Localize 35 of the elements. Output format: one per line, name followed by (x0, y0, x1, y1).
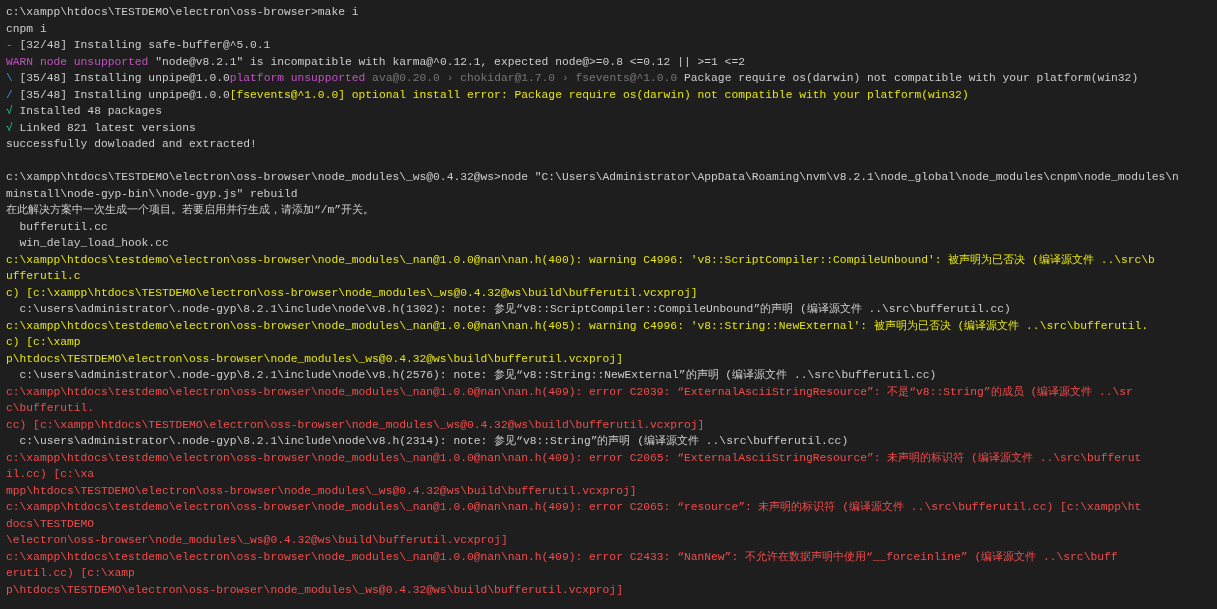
terminal-line: c:\xampp\htdocs\TESTDEMO\electron\oss-browser>make i (6, 5, 359, 20)
terminal-line: cc) [c:\xampp\htdocs\TESTDEMO\electron\oss-browser\node_modules\_ws@0.4.32@ws\build\bufferutil.vcxproj] (6, 417, 705, 433)
terminal-line: cnpm i (6, 21, 47, 37)
terminal-line: c:\users\administrator\.node-gyp\8.2.1\include\node\v8.h(1302): note: 参见“v8::ScriptCompiler::CompileUnbound”的声明 (编译源文件 ..\src\bufferutil.cc) (18, 302, 1011, 317)
terminal-line: bufferutil.cc (18, 219, 108, 235)
terminal-line: \ [35/48] Installing unpipe@1.0.0platform unsupported ava@0.20.0 › chokidar@1.7.0 › fsevents@^1.0.0 Package require os(darwin) not compatible with your platform(win32) (6, 71, 1139, 86)
terminal-line: c:\xampp\htdocs\testdemo\electron\oss-browser\node_modules\_nan@1.0.0@nan\nan.h(409): error C2039: “ExternalAsciiStringResource”: 不是“v8::String”的成员 (编译源文件 ..\sr (6, 384, 1133, 400)
terminal-line: \electron\oss-browser\node_modules\_ws@0.4.32@ws\build\bufferutil.vcxproj] (6, 533, 508, 548)
terminal-line: c\bufferutil. (6, 401, 95, 416)
terminal-line: il.cc) [c:\xa (6, 467, 95, 482)
terminal-line: c:\xampp\htdocs\testdemo\electron\oss-browser\node_modules\_nan@1.0.0@nan\nan.h(409): error C2065: “resource”: 未声明的标识符 (编译源文件 ..\src\bufferutil.cc) [c:\xampp\ht (6, 500, 1142, 515)
terminal-line: / [35/48] Installing unpipe@1.0.0[fsevents@^1.0.0] optional install error: Package require os(darwin) not compatible with your platform(win32) (6, 87, 969, 103)
terminal-line: √ Installed 48 packages (6, 104, 162, 119)
terminal-line: p\htdocs\TESTDEMO\electron\oss-browser\node_modules\_ws@0.4.32@ws\build\bufferutil.vcxproj] (6, 582, 623, 598)
terminal-line: minstall\node-gyp-bin\\node-gyp.js" rebuild (6, 186, 298, 202)
terminal-line: win_delay_load_hook.cc (18, 236, 169, 251)
terminal-line: c:\xampp\htdocs\testdemo\electron\oss-browser\node_modules\_nan@1.0.0@nan\nan.h(409): error C2065: “ExternalAsciiStringResource”: 未声明的标识符 (编译源文件 ..\src\bufferut (6, 450, 1142, 466)
terminal-line: ufferutil.c (6, 269, 81, 284)
terminal-line: c:\users\administrator\.node-gyp\8.2.1\include\node\v8.h(2314): note: 参见“v8::String”的声明 (编译源文件 ..\src\bufferutil.cc) (18, 434, 849, 449)
terminal-line: c:\users\administrator\.node-gyp\8.2.1\include\node\v8.h(2576): note: 参见“v8::String::NewExternal”的声明 (编译源文件 ..\src\bufferutil.cc) (18, 368, 937, 383)
terminal-line: WARN node unsupported "node@v8.2.1" is incompatible with karma@^0.12.1, expected node@>=0.8 <=0.12 || >=1 <=2 (6, 54, 745, 70)
terminal-line: c:\xampp\htdocs\testdemo\electron\oss-browser\node_modules\_nan@1.0.0@nan\nan.h(409): error C2433: “NanNew”: 不允许在数据声明中使用“__forceinline” (编译源文件 ..\src\buff (6, 549, 1118, 565)
terminal-line: c:\xampp\htdocs\testdemo\electron\oss-browser\node_modules\_nan@1.0.0@nan\nan.h(400): warning C4996: 'v8::ScriptCompiler::CompileUnbound': 被声明为已否决 (编译源文件 ..\src\b (6, 252, 1155, 268)
terminal-line: 在此解决方案中一次生成一个项目。若要启用并行生成，请添加“/m”开关。 (6, 202, 375, 218)
terminal-line: successfully dowloaded and extracted! (6, 137, 257, 152)
terminal-line: p\htdocs\TESTDEMO\electron\oss-browser\node_modules\_ws@0.4.32@ws\build\bufferutil.vcxproj] (6, 351, 623, 367)
terminal-line: √ Linked 821 latest versions (6, 120, 196, 136)
terminal-line: - [32/48] Installing safe-buffer@^5.0.1 (6, 38, 271, 53)
terminal-line: c) [c:\xamp (6, 335, 81, 350)
terminal-line: erutil.cc) [c:\xamp (6, 566, 135, 581)
terminal-line: c:\xampp\htdocs\TESTDEMO\electron\oss-browser\node_modules\_ws@0.4.32@ws>node "C:\Users\Administrator\AppData\Roaming\nvm\v8.2.1\node_global\node_modules\cnpm\node_modules\n (6, 170, 1179, 185)
terminal-line: c:\xampp\htdocs\testdemo\electron\oss-browser\node_modules\_nan@1.0.0@nan\nan.h(405): warning C4996: 'v8::String::NewExternal': 被声明为已否决 (编译源文件 ..\src\bufferutil. (6, 318, 1149, 334)
terminal-line: c) [c:\xampp\htdocs\TESTDEMO\electron\oss-browser\node_modules\_ws@0.4.32@ws\build\bufferutil.vcxproj] (6, 285, 698, 301)
terminal-line: docs\TESTDEMO (6, 516, 95, 532)
terminal-line: mpp\htdocs\TESTDEMO\electron\oss-browser\node_modules\_ws@0.4.32@ws\build\bufferutil.vcxproj] (6, 483, 637, 499)
